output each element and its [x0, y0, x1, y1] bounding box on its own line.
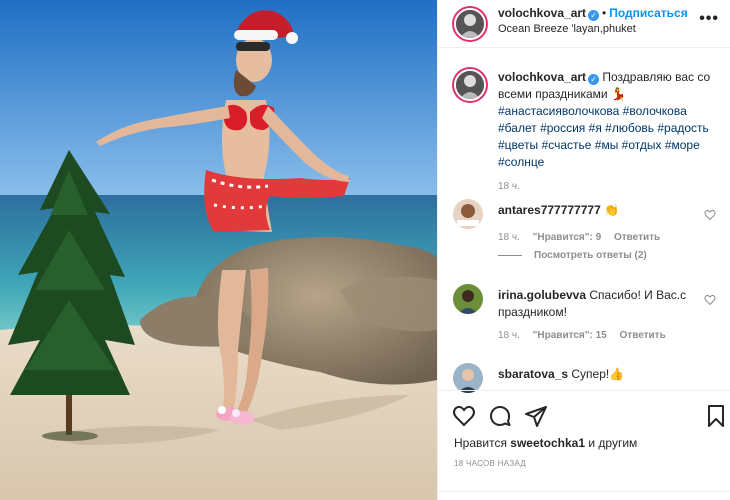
- hashtag[interactable]: #радость: [657, 121, 708, 135]
- post-header: volochkova_art ✓ • Подписаться Ocean Breeze…: [438, 0, 730, 48]
- comment-item: irina.golubevva Спасибо! И Вас.с праздни…: [453, 284, 718, 344]
- hashtag[interactable]: #солнце: [498, 155, 544, 169]
- caption-avatar-image: [456, 71, 484, 99]
- comment-text: Супер!👍: [571, 367, 625, 381]
- post-sidebar: volochkova_art ✓ • Подписаться Ocean Breeze…: [437, 0, 730, 500]
- author-username[interactable]: volochkova_art: [498, 6, 586, 20]
- comment-body: sbaratova_s Супер!👍: [498, 366, 688, 383]
- add-comment-area[interactable]: [438, 491, 730, 500]
- comment-meta: 18 ч. "Нравится": 15 Ответить: [498, 330, 666, 341]
- beach-photo-illustration: [0, 0, 437, 500]
- separator-dot: •: [602, 6, 607, 20]
- comment-text: 👏: [604, 203, 620, 217]
- likes-user-link[interactable]: sweetochka1: [510, 436, 585, 450]
- caption-username[interactable]: volochkova_art: [498, 70, 586, 84]
- comment-item: sbaratova_s Супер!👍: [453, 363, 718, 393]
- hashtag[interactable]: #я: [589, 121, 602, 135]
- hashtag[interactable]: #счастье: [542, 138, 592, 152]
- caption-verified-icon: ✓: [588, 74, 600, 85]
- commenter-avatar-image: [453, 284, 483, 314]
- hashtag[interactable]: #цветы: [498, 138, 538, 152]
- caption-emoji: 💃: [610, 87, 626, 101]
- hashtag[interactable]: #любовь: [605, 121, 654, 135]
- verified-badge-icon: ✓: [588, 10, 600, 21]
- author-avatar[interactable]: [452, 6, 488, 42]
- more-options-icon[interactable]: •••: [699, 10, 719, 28]
- post-location[interactable]: Ocean Breeze 'layan,phuket: [498, 23, 636, 35]
- commenter-avatar[interactable]: [453, 363, 483, 393]
- commenter-avatar[interactable]: [453, 199, 483, 229]
- author-avatar-image: [456, 10, 484, 38]
- comment-icon[interactable]: [488, 404, 512, 428]
- hashtag[interactable]: #море: [665, 138, 700, 152]
- instagram-post: volochkova_art ✓ • Подписаться Ocean Breeze…: [0, 0, 730, 500]
- heart-icon[interactable]: [452, 404, 476, 428]
- post-actions: Нравится sweetochka1 и другим 18 ЧАСОВ Н…: [438, 390, 730, 500]
- comment-time[interactable]: 18 ч.: [498, 232, 520, 243]
- header-author-line: volochkova_art ✓ • Подписаться: [498, 6, 688, 21]
- commenter-username[interactable]: irina.golubevva: [498, 288, 586, 302]
- commenter-username[interactable]: antares777777777: [498, 203, 601, 217]
- hashtag[interactable]: #волочкова: [623, 104, 687, 118]
- comment-likes[interactable]: "Нравится": 15: [533, 330, 607, 341]
- reply-button[interactable]: Ответить: [620, 330, 666, 341]
- commenter-avatar-image: [453, 199, 483, 229]
- hashtag[interactable]: #россия: [540, 121, 585, 135]
- hashtag[interactable]: #анастасияволочкова: [498, 104, 619, 118]
- reply-button[interactable]: Ответить: [614, 232, 660, 243]
- comment-like-heart-icon[interactable]: [704, 294, 716, 306]
- comment-meta: 18 ч. "Нравится": 9 Ответить: [498, 232, 660, 243]
- likes-suffix-link[interactable]: и другим: [588, 436, 637, 450]
- view-replies-button[interactable]: Посмотреть ответы (2): [498, 250, 647, 261]
- commenter-avatar[interactable]: [453, 284, 483, 314]
- bookmark-icon[interactable]: [704, 404, 728, 428]
- comments-scroll-area[interactable]: volochkova_art ✓ Поздравляю вас со всеми …: [438, 49, 730, 393]
- commenter-avatar-image: [453, 363, 483, 393]
- post-timestamp[interactable]: 18 ЧАСОВ НАЗАД: [454, 459, 526, 468]
- comment-body: irina.golubevva Спасибо! И Вас.с праздни…: [498, 287, 688, 321]
- post-photo[interactable]: [0, 0, 437, 500]
- comment-item: antares777777777 👏 18 ч. "Нравится": 9 О…: [453, 199, 718, 279]
- caption-timestamp[interactable]: 18 ч.: [498, 181, 520, 192]
- follow-button[interactable]: Подписаться: [609, 6, 687, 20]
- hashtag[interactable]: #мы: [595, 138, 619, 152]
- comment-body: antares777777777 👏: [498, 202, 688, 219]
- comment-likes[interactable]: "Нравится": 9: [533, 232, 602, 243]
- likes-prefix: Нравится: [454, 436, 507, 450]
- share-icon[interactable]: [524, 404, 548, 428]
- hashtag[interactable]: #балет: [498, 121, 537, 135]
- post-caption: volochkova_art ✓ Поздравляю вас со всеми …: [498, 69, 718, 171]
- hashtag[interactable]: #отдых: [622, 138, 662, 152]
- caption-author-avatar[interactable]: [452, 67, 488, 103]
- comment-time[interactable]: 18 ч.: [498, 330, 520, 341]
- commenter-username[interactable]: sbaratova_s: [498, 367, 568, 381]
- comment-like-heart-icon[interactable]: [704, 209, 716, 221]
- likes-summary: Нравится sweetochka1 и другим: [454, 436, 637, 450]
